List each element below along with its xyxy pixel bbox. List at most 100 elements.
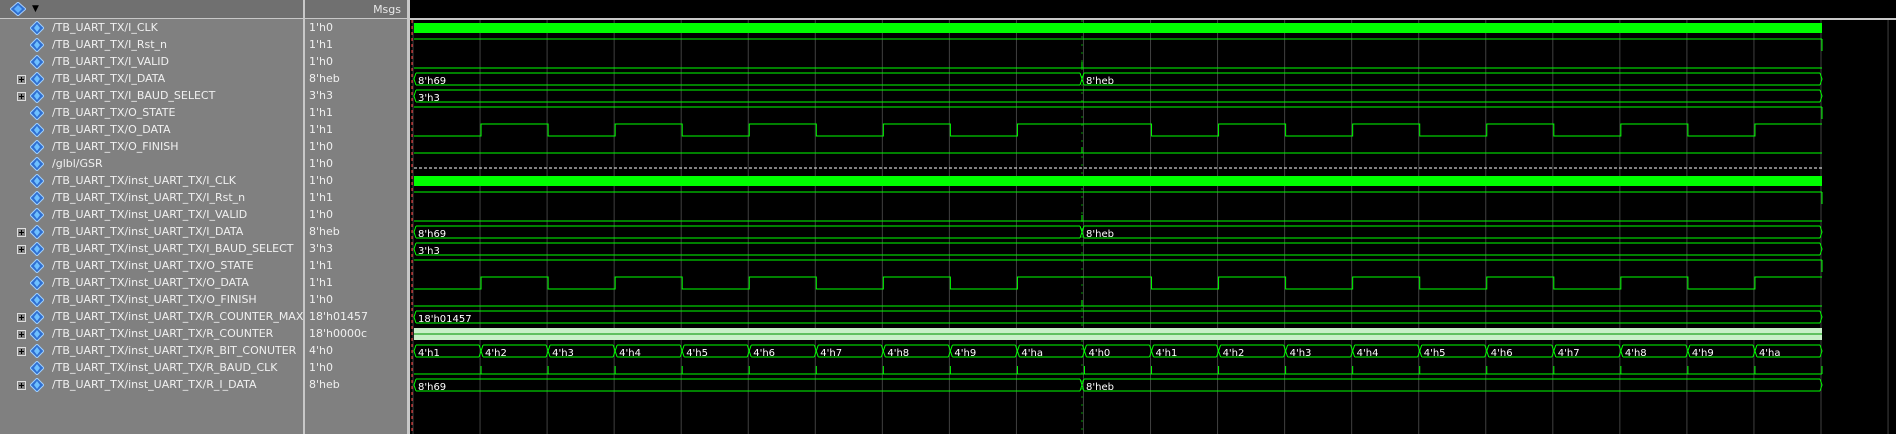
bus-value-label: 4'h8 — [887, 348, 909, 359]
signal-row[interactable]: /TB_UART_TX/I_Rst_n — [0, 37, 303, 54]
signal-diamond-icon — [30, 174, 44, 188]
signal-diamond-icon — [30, 89, 44, 103]
signal-row[interactable]: /TB_UART_TX/inst_UART_TX/I_VALID — [0, 207, 303, 224]
signal-diamond-icon — [30, 55, 44, 69]
bus-value-label: 4'ha — [1021, 348, 1043, 359]
waveform-canvas[interactable]: 8'h69 8'heb 3'h3 8'h69 8'heb 3'h3 18'h01457 4'h… — [410, 20, 1896, 434]
signal-diamond-icon — [30, 140, 44, 154]
signal-row[interactable]: /TB_UART_TX/inst_UART_TX/R_BAUD_CLK — [0, 360, 303, 377]
bus-transition — [413, 89, 417, 103]
signal-row[interactable]: /TB_UART_TX/I_BAUD_SELECT — [0, 88, 303, 105]
bus-value-label: 4'h3 — [1290, 348, 1312, 359]
bus-value-label: 4'h6 — [753, 348, 775, 359]
bus-value-label: 4'h2 — [1223, 348, 1245, 359]
bus-value-label: 18'h01457 — [418, 314, 472, 325]
bus-value-label: 4'h3 — [552, 348, 574, 359]
bus-transition — [1083, 344, 1087, 358]
expand-icon[interactable] — [17, 75, 26, 84]
bus-value-label: 3'h3 — [418, 93, 440, 104]
signal-value: 4'h0 — [309, 344, 333, 357]
signal-value: 1'h0 — [309, 293, 333, 306]
signal-name: /TB_UART_TX/O_FINISH — [52, 140, 179, 153]
signal-row[interactable]: /TB_UART_TX/inst_UART_TX/R_COUNTER — [0, 326, 303, 343]
signal-diamond-icon — [30, 310, 44, 324]
signal-row[interactable]: /TB_UART_TX/inst_UART_TX/O_STATE — [0, 258, 303, 275]
signal-row[interactable]: /TB_UART_TX/inst_UART_TX/O_DATA — [0, 275, 303, 292]
signal-value: 3'h3 — [309, 242, 333, 255]
signal-diamond-icon — [30, 327, 44, 341]
signal-row[interactable]: /glbl/GSR — [0, 156, 303, 173]
signal-row[interactable]: /TB_UART_TX/inst_UART_TX/R_COUNTER_MAX — [0, 309, 303, 326]
expand-icon[interactable] — [17, 228, 26, 237]
bus-transition — [882, 344, 886, 358]
signal-value: 1'h0 — [309, 361, 333, 374]
bus-transition — [413, 310, 417, 324]
expand-icon[interactable] — [17, 245, 26, 254]
bus-value-label: 4'h4 — [1357, 348, 1379, 359]
signal-value: 1'h1 — [309, 276, 333, 289]
signal-row[interactable]: /TB_UART_TX/inst_UART_TX/I_CLK — [0, 173, 303, 190]
bus-transition — [1285, 344, 1289, 358]
signal-row[interactable]: /TB_UART_TX/inst_UART_TX/R_I_DATA — [0, 377, 303, 394]
serial-data-wave — [414, 123, 1822, 137]
bus-transition — [413, 378, 417, 392]
signal-row[interactable]: /TB_UART_TX/I_CLK — [0, 20, 303, 37]
bus-value-label: 4'h1 — [1156, 348, 1178, 359]
signal-value: 1'h1 — [309, 123, 333, 136]
signal-name: /TB_UART_TX/inst_UART_TX/I_VALID — [52, 208, 248, 221]
signal-row[interactable]: /TB_UART_TX/I_VALID — [0, 54, 303, 71]
signal-diamond-icon — [30, 361, 44, 375]
expand-icon[interactable] — [17, 92, 26, 101]
signal-name: /TB_UART_TX/I_CLK — [52, 21, 158, 34]
signal-row[interactable]: /TB_UART_TX/inst_UART_TX/I_BAUD_SELECT — [0, 241, 303, 258]
signal-value: 1'h1 — [309, 106, 333, 119]
signal-diamond-icon — [30, 208, 44, 222]
bus-transition — [1754, 344, 1758, 358]
signal-diamond-icon — [30, 191, 44, 205]
signal-name: /TB_UART_TX/inst_UART_TX/I_BAUD_SELECT — [52, 242, 294, 255]
bus-value-label: 4'h0 — [1088, 348, 1110, 359]
signal-row[interactable]: /TB_UART_TX/inst_UART_TX/I_DATA — [0, 224, 303, 241]
signal-value: 1'h0 — [309, 208, 333, 221]
bus-transition — [413, 225, 417, 239]
signal-row[interactable]: /TB_UART_TX/I_DATA — [0, 71, 303, 88]
bus-value-label: 3'h3 — [418, 246, 440, 257]
signal-diamond-icon — [30, 293, 44, 307]
bus-value-label: 4'h5 — [1424, 348, 1446, 359]
expand-icon[interactable] — [17, 313, 26, 322]
waveform-header — [410, 0, 1896, 20]
expand-icon[interactable] — [17, 347, 26, 356]
signal-row[interactable]: /TB_UART_TX/inst_UART_TX/I_Rst_n — [0, 190, 303, 207]
bus-transition — [547, 344, 551, 358]
signal-diamond-icon — [30, 21, 44, 35]
expand-icon[interactable] — [17, 330, 26, 339]
signal-name: /TB_UART_TX/O_DATA — [52, 123, 171, 136]
signal-diamond-icon — [30, 378, 44, 392]
bus-transition — [748, 344, 752, 358]
values-header: Msgs — [305, 0, 407, 19]
signal-diamond-icon — [30, 123, 44, 137]
serial-data-wave — [414, 276, 1822, 290]
bus-value-label: 4'h7 — [820, 348, 842, 359]
signal-diamond-icon — [30, 259, 44, 273]
bus-value-label: 4'h5 — [686, 348, 708, 359]
chevron-down-icon[interactable]: ▼ — [32, 4, 39, 14]
signal-value: 8'heb — [309, 72, 340, 85]
signal-row[interactable]: /TB_UART_TX/O_DATA — [0, 122, 303, 139]
expand-icon[interactable] — [17, 381, 26, 390]
bus-value-label: 8'heb — [1086, 229, 1114, 240]
bus-transition — [815, 344, 819, 358]
signal-row[interactable]: /TB_UART_TX/inst_UART_TX/O_FINISH — [0, 292, 303, 309]
bus-value-label: 4'h6 — [1491, 348, 1513, 359]
signal-value: 1'h1 — [309, 38, 333, 51]
signal-name: /TB_UART_TX/I_BAUD_SELECT — [52, 89, 216, 102]
signal-row[interactable]: /TB_UART_TX/O_STATE — [0, 105, 303, 122]
bus-transition — [949, 344, 953, 358]
bus-transition — [1687, 344, 1691, 358]
signal-value: 18'h01457 — [309, 310, 368, 323]
diamond-signal-icon[interactable] — [10, 2, 26, 16]
signal-name: /TB_UART_TX/I_VALID — [52, 55, 170, 68]
signal-row[interactable]: /TB_UART_TX/inst_UART_TX/R_BIT_CONUTER — [0, 343, 303, 360]
bus-value-label: 8'h69 — [418, 382, 446, 393]
signal-row[interactable]: /TB_UART_TX/O_FINISH — [0, 139, 303, 156]
